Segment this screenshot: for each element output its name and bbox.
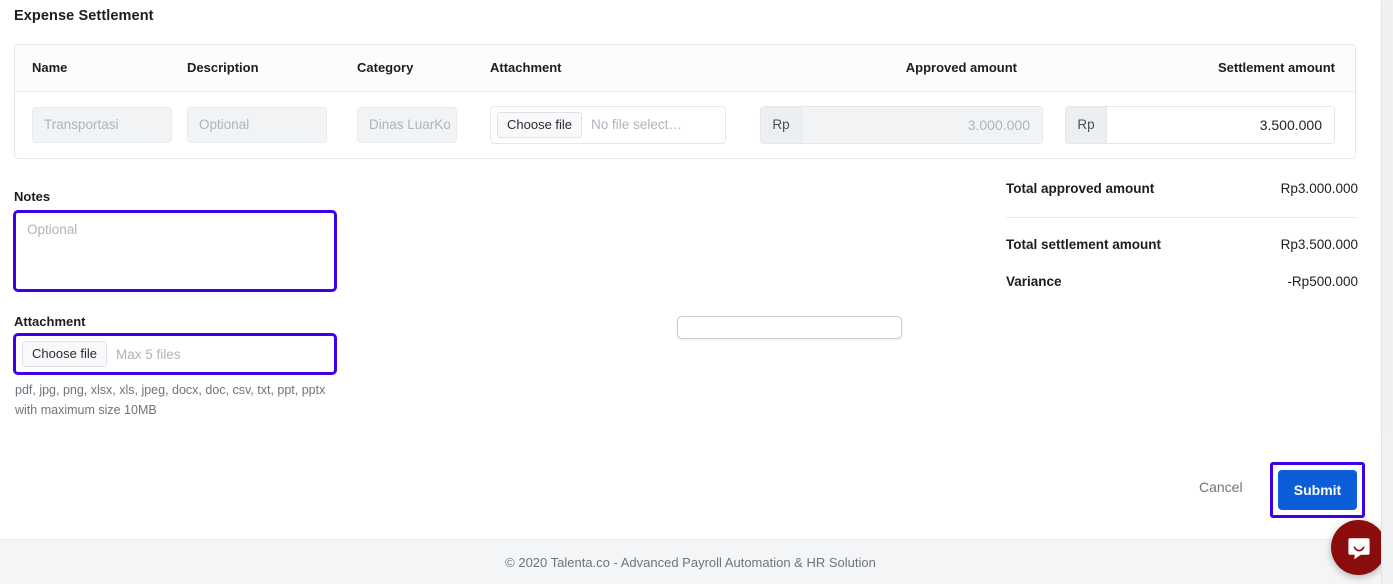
cancel-button[interactable]: Cancel	[1199, 479, 1243, 495]
variance-label: Variance	[1006, 274, 1062, 289]
settlement-summary: Total approved amount Rp3.000.000 Total …	[1006, 178, 1358, 292]
row-file-input[interactable]: Choose file No file select…	[490, 105, 726, 144]
table-header-row: Name Description Category Attachment App…	[15, 45, 1355, 92]
settlement-currency-prefix: Rp	[1066, 106, 1107, 143]
cell-attachment: Choose file No file select…	[490, 91, 760, 158]
expense-table-card: Name Description Category Attachment App…	[14, 44, 1356, 159]
attachment-hint: pdf, jpg, png, xlsx, xls, jpeg, docx, do…	[15, 381, 355, 420]
summary-divider	[1006, 217, 1358, 218]
column-header-attachment: Attachment	[490, 45, 760, 92]
attachment-hint-size: with maximum size 10MB	[15, 402, 157, 417]
table-body: Transportasi Optional Dinas LuarKo Choos…	[15, 91, 1355, 158]
cell-category: Dinas LuarKo	[357, 91, 490, 158]
attachment-status-text: Max 5 files	[116, 346, 181, 362]
column-header-name: Name	[15, 45, 187, 92]
table-header: Name Description Category Attachment App…	[15, 45, 1355, 92]
settlement-amount-field[interactable]: Rp 3.500.000	[1065, 105, 1335, 144]
column-header-category: Category	[357, 45, 490, 92]
notes-label: Notes	[14, 189, 51, 204]
total-approved-label: Total approved amount	[1006, 181, 1155, 196]
column-header-description: Description	[187, 45, 357, 92]
submit-button-focus-ring: Submit	[1270, 462, 1365, 518]
attachment-file-input[interactable]: Choose file Max 5 files	[13, 333, 337, 375]
summary-row-total-approved: Total approved amount Rp3.000.000	[1006, 178, 1358, 199]
expense-settlement-page: Expense Settlement Name Description Cate…	[0, 0, 1393, 584]
summary-row-variance: Variance -Rp500.000	[1006, 271, 1358, 292]
row-choose-file-button[interactable]: Choose file	[497, 111, 583, 138]
summary-spacer	[1006, 255, 1358, 271]
expense-name-input[interactable]: Transportasi	[32, 106, 172, 143]
chat-launcher-button[interactable]	[1331, 520, 1386, 575]
expense-category-input[interactable]: Dinas LuarKo	[357, 106, 457, 143]
total-settlement-label: Total settlement amount	[1006, 237, 1162, 252]
expense-table: Name Description Category Attachment App…	[15, 45, 1355, 158]
total-settlement-value: Rp3.500.000	[1280, 237, 1358, 252]
page-footer: © 2020 Talenta.co - Advanced Payroll Aut…	[0, 539, 1381, 584]
expense-description-input[interactable]: Optional	[187, 106, 327, 143]
row-file-status-text: No file select…	[591, 117, 682, 132]
attachment-choose-file-button[interactable]: Choose file	[22, 341, 108, 367]
footer-copyright: © 2020 Talenta.co - Advanced Payroll Aut…	[505, 554, 876, 570]
summary-row-total-settlement: Total settlement amount Rp3.500.000	[1006, 234, 1358, 255]
submit-button[interactable]: Submit	[1278, 470, 1357, 510]
table-row: Transportasi Optional Dinas LuarKo Choos…	[15, 91, 1355, 158]
approved-amount-value: 3.000.000	[802, 106, 1042, 143]
approved-amount-field: Rp 3.000.000	[760, 105, 1043, 144]
attachment-label: Attachment	[14, 314, 86, 329]
page-title: Expense Settlement	[14, 8, 154, 24]
approved-currency-prefix: Rp	[761, 106, 802, 143]
empty-tooltip-box	[677, 316, 902, 339]
page-scrollbar-track[interactable]	[1381, 0, 1393, 584]
cell-settlement-amount: Rp 3.500.000	[1060, 91, 1355, 158]
page-scrollbar-thumb[interactable]	[1382, 2, 1392, 432]
column-header-approved-amount: Approved amount	[760, 45, 1060, 92]
cell-description: Optional	[187, 91, 357, 158]
cell-approved-amount: Rp 3.000.000	[760, 91, 1060, 158]
variance-value: -Rp500.000	[1287, 274, 1358, 289]
total-approved-value: Rp3.000.000	[1280, 181, 1358, 196]
settlement-amount-input[interactable]: 3.500.000	[1107, 106, 1334, 143]
column-header-settlement-amount: Settlement amount	[1060, 45, 1355, 92]
attachment-hint-formats: pdf, jpg, png, xlsx, xls, jpeg, docx, do…	[15, 383, 326, 397]
chat-bubble-smile-icon	[1347, 537, 1370, 559]
cell-name: Transportasi	[15, 91, 187, 158]
notes-textarea[interactable]	[13, 210, 337, 292]
